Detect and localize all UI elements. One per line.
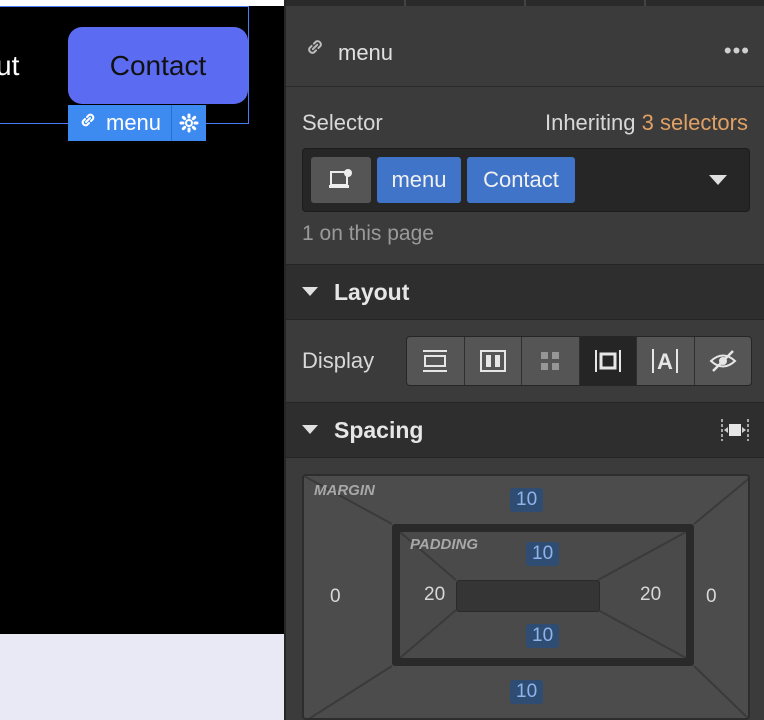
padding-bottom-value[interactable]: 10 bbox=[526, 624, 560, 648]
padding-left-value[interactable]: 20 bbox=[424, 584, 445, 606]
selector-usage-count: 1 on this page bbox=[302, 222, 434, 245]
selector-label: Selector bbox=[302, 110, 383, 135]
gear-icon[interactable] bbox=[171, 105, 206, 141]
link-icon bbox=[304, 36, 326, 63]
display-flex-icon[interactable] bbox=[464, 337, 522, 385]
layout-section-title: Layout bbox=[334, 279, 410, 305]
designer-canvas[interactable]: ut Contact menu bbox=[0, 0, 284, 720]
canvas-section-below bbox=[0, 634, 284, 720]
content-box bbox=[456, 580, 600, 612]
margin-right-value[interactable]: 0 bbox=[706, 586, 717, 608]
margin-bottom-value[interactable]: 10 bbox=[510, 680, 544, 704]
spacing-section-header[interactable]: Spacing bbox=[286, 402, 764, 458]
style-panel: menu ••• Selector Inheriting 3 selectors… bbox=[284, 0, 764, 720]
link-icon bbox=[78, 110, 98, 136]
device-state-icon[interactable] bbox=[311, 157, 371, 203]
collapse-triangle-icon bbox=[302, 425, 318, 434]
display-inline-block-icon[interactable] bbox=[579, 337, 637, 385]
display-toggle-group[interactable]: A bbox=[406, 336, 752, 386]
display-grid-icon[interactable] bbox=[522, 337, 580, 385]
collapse-triangle-icon bbox=[302, 287, 318, 296]
selector-field[interactable]: menu Contact bbox=[302, 148, 750, 212]
more-options-icon[interactable]: ••• bbox=[724, 38, 750, 64]
selector-chip-contact[interactable]: Contact bbox=[467, 157, 575, 203]
margin-left-value[interactable]: 0 bbox=[330, 586, 341, 608]
selector-chip-menu[interactable]: menu bbox=[377, 157, 461, 203]
spacing-section-title: Spacing bbox=[334, 417, 424, 443]
contact-button[interactable]: Contact bbox=[68, 27, 248, 104]
inheriting-count-link[interactable]: 3 selectors bbox=[642, 110, 748, 135]
selected-element-badge[interactable]: menu bbox=[68, 105, 207, 141]
display-none-icon[interactable] bbox=[694, 337, 751, 385]
chevron-down-icon[interactable] bbox=[709, 175, 727, 185]
margin-caption: MARGIN bbox=[314, 482, 375, 499]
display-label: Display bbox=[302, 348, 375, 373]
display-inline-icon[interactable]: A bbox=[637, 337, 695, 385]
padding-right-value[interactable]: 20 bbox=[640, 584, 661, 606]
display-block-icon[interactable] bbox=[407, 337, 465, 385]
svg-text:A: A bbox=[657, 349, 673, 374]
margin-top-value[interactable]: 10 bbox=[510, 488, 544, 512]
padding-top-value[interactable]: 10 bbox=[526, 542, 560, 566]
badge-text: menu bbox=[106, 110, 162, 135]
layout-section-header[interactable]: Layout bbox=[286, 264, 764, 320]
element-name: menu bbox=[338, 40, 394, 65]
panel-header: menu ••• bbox=[286, 6, 764, 87]
spacing-mode-icon[interactable] bbox=[720, 417, 750, 448]
inheriting-prefix: Inheriting bbox=[544, 110, 636, 135]
inheriting-info[interactable]: Inheriting 3 selectors bbox=[545, 110, 748, 136]
padding-caption: PADDING bbox=[410, 536, 479, 553]
margin-box[interactable]: MARGIN 10 0 0 10 PADDING 10 20 20 10 bbox=[302, 474, 750, 720]
badge-label[interactable]: menu bbox=[68, 105, 171, 141]
